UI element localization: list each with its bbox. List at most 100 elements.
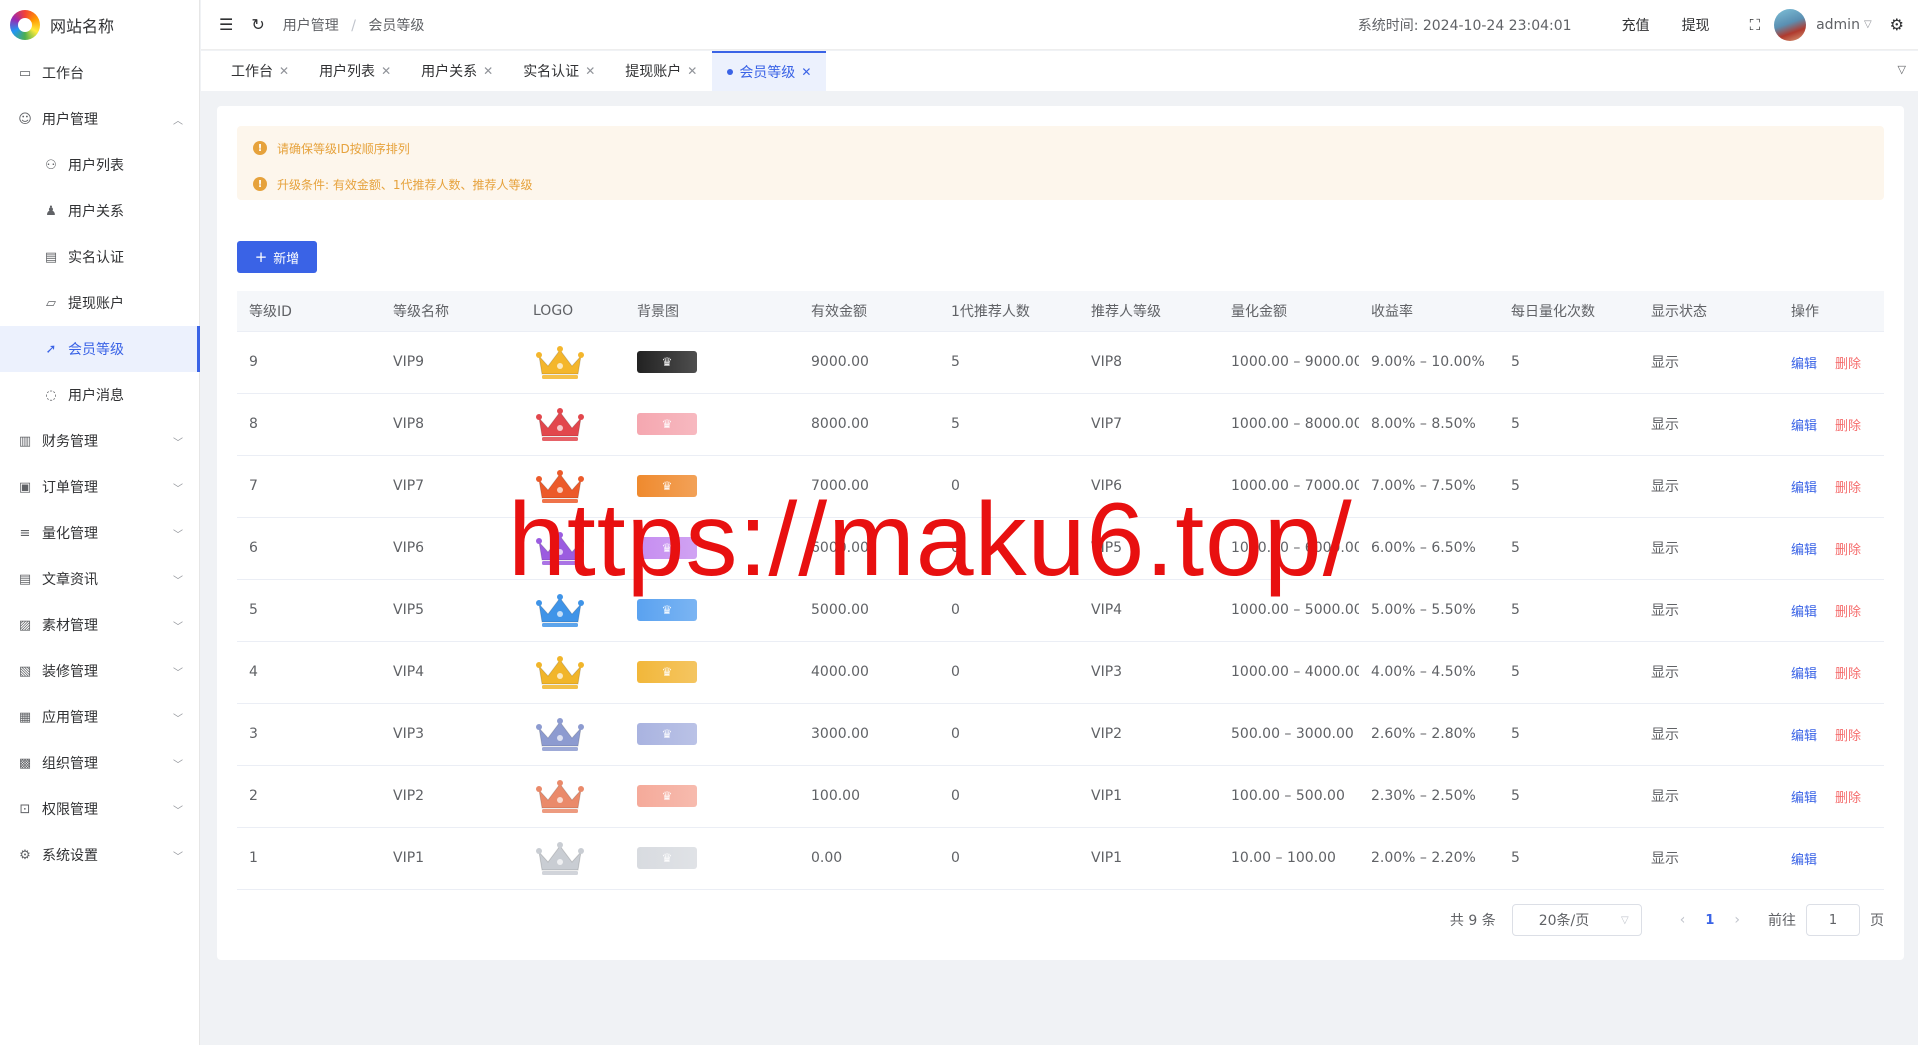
level-name-cell: VIP5 [381,579,521,642]
avatar[interactable] [1774,8,1807,41]
tabs-dropdown-icon[interactable]: ▽ [1898,63,1906,76]
referral-count-cell: 0 [939,765,1079,828]
page-number[interactable]: 1 [1705,913,1714,928]
chart-icon: ▥ [18,433,32,449]
close-icon[interactable]: ✕ [801,65,811,79]
sidebar-item[interactable]: ▩ 组织管理 ﹀ [0,740,199,786]
quant-icon: ≡ [19,525,31,541]
sidebar-item[interactable]: ▦ 应用管理 ﹀ [0,694,199,740]
sidebar-item[interactable]: ⊡ 权限管理 ﹀ [0,786,199,832]
tab[interactable]: 工作台 ✕ [216,51,304,91]
add-button[interactable]: + 新增 [237,241,317,273]
referrer-level-cell: VIP7 [1079,393,1219,456]
sidebar-item[interactable]: ▭ 工作台 [0,50,199,96]
edit-button[interactable]: 编辑 [1791,605,1817,620]
goto-page-input[interactable] [1806,904,1860,936]
sidebar-item[interactable]: ▱ 提现账户 [0,280,199,326]
background-cell: ♛ [625,579,799,642]
background-cell: ♛ [625,517,799,580]
fullscreen-icon[interactable]: ⛶ [1750,16,1761,34]
page-size-select[interactable]: 20条/页 ▽ [1511,904,1642,936]
column-header: 背景图 [625,291,799,332]
sidebar-item[interactable]: ☺ 用户管理 ︿ [0,96,199,142]
sidebar-item[interactable]: ⚙ 系统设置 ﹀ [0,832,199,878]
crown-icon [536,780,584,813]
actions-cell: 编辑 删除 [1779,393,1884,456]
sidebar-item[interactable]: ▣ 订单管理 ﹀ [0,464,199,510]
refresh-icon[interactable]: ↻ [251,15,264,34]
recharge-link[interactable]: 充值 [1622,15,1650,35]
sidebar-item[interactable]: ➚ 会员等级 [0,326,200,372]
notice-line: ! 请确保等级ID按顺序排列 [253,134,1868,162]
id-card-icon: ▤ [44,249,58,265]
delete-button[interactable]: 删除 [1835,667,1861,682]
sidebar-item[interactable]: ⚇ 用户列表 [0,142,199,188]
settings-icon: ⚙ [19,847,31,863]
close-icon[interactable]: ✕ [585,64,595,78]
level-name-cell: VIP6 [381,517,521,580]
withdraw-link[interactable]: 提现 [1682,15,1710,35]
tab[interactable]: 用户列表 ✕ [304,51,406,91]
delete-button[interactable]: 删除 [1835,605,1861,620]
delete-button[interactable]: 删除 [1835,543,1861,558]
actions-cell: 编辑 删除 [1779,765,1884,828]
crown-icon [536,594,584,627]
close-icon[interactable]: ✕ [483,64,493,78]
tab[interactable]: 会员等级 ✕ [712,51,827,91]
logo-icon [10,10,40,40]
monitor-icon: ▭ [18,65,32,81]
sidebar-item-label: 权限管理 [42,802,98,818]
close-icon[interactable]: ✕ [381,64,391,78]
tab[interactable]: 提现账户 ✕ [610,51,712,91]
brand-name: 网站名称 [50,17,115,36]
breadcrumb-parent[interactable]: 用户管理 [283,18,339,34]
sidebar-item-label: 提现账户 [68,296,124,312]
background-thumbnail: ♛ [637,785,697,807]
sidebar-item-label: 用户关系 [68,204,124,220]
close-icon[interactable]: ✕ [687,64,697,78]
prev-page-icon[interactable]: ‹ [1680,912,1686,928]
edit-button[interactable]: 编辑 [1791,481,1817,496]
sidebar-item[interactable]: ▧ 装修管理 ﹀ [0,648,199,694]
brand[interactable]: 网站名称 [0,0,199,50]
sidebar-item[interactable]: ◌ 用户消息 [0,372,199,418]
chevron-down-icon[interactable]: ▽ [1864,19,1872,30]
sidebar-item[interactable]: ▥ 财务管理 ﹀ [0,418,199,464]
edit-button[interactable]: 编辑 [1791,667,1817,682]
edit-button[interactable]: 编辑 [1791,791,1817,806]
folder-icon: ▱ [46,295,56,311]
close-icon[interactable]: ✕ [279,64,289,78]
sidebar-item[interactable]: ▤ 文章资讯 ﹀ [0,556,199,602]
gear-icon[interactable]: ⚙ [1890,15,1904,34]
valid-amount-cell: 5000.00 [799,579,939,642]
tab[interactable]: 用户关系 ✕ [406,51,508,91]
chevron-down-icon: ﹀ [173,667,183,679]
delete-button[interactable]: 删除 [1835,791,1861,806]
edit-button[interactable]: 编辑 [1791,729,1817,744]
tab[interactable]: 实名认证 ✕ [508,51,610,91]
user-icon: ☺ [18,111,32,127]
sidebar-item[interactable]: ♟ 用户关系 [0,188,199,234]
edit-button[interactable]: 编辑 [1791,853,1817,868]
next-page-icon[interactable]: › [1734,912,1740,928]
delete-button[interactable]: 删除 [1835,419,1861,434]
sidebar-item-label: 量化管理 [42,526,98,542]
edit-button[interactable]: 编辑 [1791,419,1817,434]
sidebar-item[interactable]: ≡ 量化管理 ﹀ [0,510,199,556]
delete-button[interactable]: 删除 [1835,357,1861,372]
quant-amount-cell: 1000.00 – 5000.00 [1219,579,1359,642]
sidebar-item[interactable]: ▤ 实名认证 [0,234,199,280]
edit-button[interactable]: 编辑 [1791,357,1817,372]
edit-button[interactable]: 编辑 [1791,543,1817,558]
background-cell: ♛ [625,765,799,828]
background-thumbnail: ♛ [637,723,697,745]
delete-button[interactable]: 删除 [1835,481,1861,496]
status-cell: 显示 [1639,703,1779,766]
level-name-cell: VIP9 [381,331,521,394]
menu-fold-icon[interactable]: ☰ [219,15,233,34]
sidebar-item[interactable]: ▨ 素材管理 ﹀ [0,602,199,648]
crown-icon [536,408,584,441]
delete-button[interactable]: 删除 [1835,729,1861,744]
user-name[interactable]: admin [1816,17,1860,33]
chevron-up-icon: ︿ [173,115,183,127]
